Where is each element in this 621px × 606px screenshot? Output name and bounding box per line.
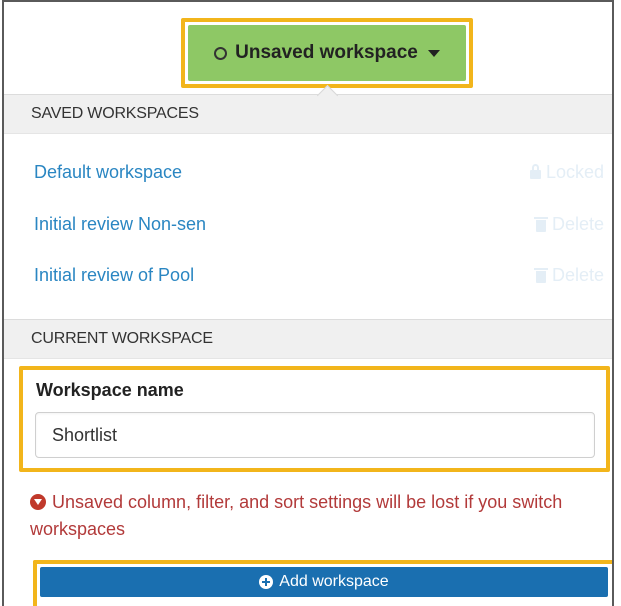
saved-workspace-row-default: Default workspace Locked <box>4 153 612 193</box>
trash-icon <box>533 217 548 232</box>
plus-circle-icon <box>259 575 274 589</box>
add-workspace-label: Add workspace <box>279 573 389 590</box>
circle-icon <box>214 46 228 60</box>
saved-workspace-row-non-sen: Initial review Non-sen Delete <box>4 205 612 245</box>
saved-workspace-row-pool: Initial review of Pool Delete <box>4 256 612 296</box>
workspace-button-highlight: Unsaved workspace <box>181 18 473 88</box>
workspace-button-label: Unsaved workspace <box>235 42 418 63</box>
workspace-name-group: Workspace name <box>19 366 610 472</box>
alert-circle-down-icon <box>30 494 46 510</box>
saved-workspaces-title: SAVED WORKSPACES <box>31 105 199 122</box>
delete-label: Delete <box>551 265 604 285</box>
saved-workspaces-header: SAVED WORKSPACES <box>4 94 612 134</box>
trash-icon <box>533 268 548 283</box>
workspace-name-input[interactable] <box>35 412 595 458</box>
locked-label: Locked <box>545 162 604 182</box>
workspace-link-pool[interactable]: Initial review of Pool <box>34 265 194 286</box>
workspace-dropdown-panel: Unsaved workspace SAVED WORKSPACES Defau… <box>2 0 614 606</box>
lock-icon <box>529 164 541 179</box>
workspace-name-label: Workspace name <box>36 380 184 400</box>
current-workspace-title: CURRENT WORKSPACE <box>31 330 213 347</box>
delete-label: Delete <box>551 214 604 234</box>
add-workspace-button[interactable]: Add workspace <box>40 567 608 597</box>
unsaved-warning: Unsaved column, filter, and sort setting… <box>30 489 600 543</box>
add-workspace-highlight: Add workspace <box>33 560 612 606</box>
workspace-link-default[interactable]: Default workspace <box>34 162 182 183</box>
delete-workspace-button-pool[interactable]: Delete <box>533 265 604 286</box>
workspace-menu-button[interactable]: Unsaved workspace <box>188 25 466 81</box>
caret-down-icon <box>427 49 440 57</box>
workspace-locked-indicator: Locked <box>529 162 604 183</box>
delete-workspace-button-non-sen[interactable]: Delete <box>533 214 604 235</box>
workspace-link-non-sen[interactable]: Initial review Non-sen <box>34 214 206 235</box>
unsaved-warning-text: Unsaved column, filter, and sort setting… <box>30 492 563 539</box>
current-workspace-header: CURRENT WORKSPACE <box>4 319 612 359</box>
